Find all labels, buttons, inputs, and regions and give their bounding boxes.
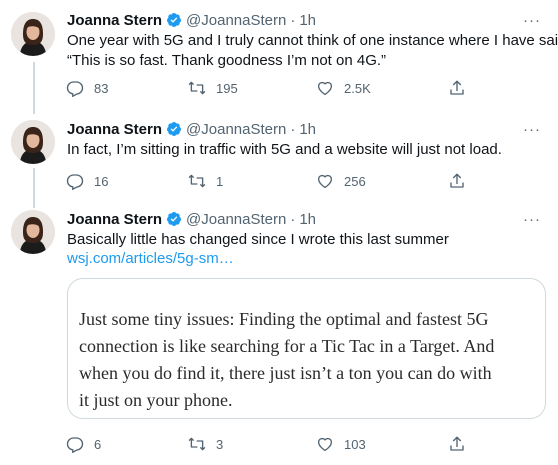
author-handle[interactable]: @JoannaStern [186, 121, 286, 138]
retweet-icon [188, 174, 206, 188]
reply-count: 16 [94, 173, 109, 189]
share-button[interactable] [448, 434, 466, 454]
more-icon[interactable]: ··· [520, 119, 544, 139]
meta-separator: · [290, 120, 296, 138]
reply-count: 83 [94, 80, 109, 96]
tweet-text: In fact, I’m sitting in traffic with 5G … [67, 140, 502, 160]
author-handle[interactable]: @JoannaStern [186, 211, 286, 228]
tweet-text-line: One year with 5G and I truly cannot thin… [67, 32, 558, 49]
like-icon [317, 437, 333, 452]
reply-button[interactable]: 16 [66, 171, 108, 191]
author-name[interactable]: Joanna Stern [67, 121, 162, 138]
avatar[interactable] [11, 210, 55, 254]
tweet-text: Basically little has changed since I wro… [67, 230, 449, 250]
like-icon [317, 174, 333, 189]
author-handle[interactable]: @JoannaStern [186, 12, 286, 29]
retweet-button[interactable]: 195 [188, 78, 238, 98]
tweet-text-line: “This is so fast. Thank goodness I’m not… [67, 52, 387, 69]
author-name[interactable]: Joanna Stern [67, 12, 162, 29]
avatar[interactable] [11, 12, 55, 56]
like-count: 103 [344, 436, 366, 452]
share-icon [450, 436, 464, 451]
timestamp[interactable]: 1h [299, 12, 316, 29]
retweet-count: 195 [216, 80, 238, 96]
meta-separator: · [290, 11, 296, 29]
article-link[interactable]: wsj.com/articles/5g-sm… [67, 249, 234, 269]
reply-icon [66, 81, 84, 97]
retweet-icon [188, 81, 206, 95]
share-button[interactable] [448, 78, 466, 98]
like-count: 2.5K [344, 80, 371, 96]
reply-icon [66, 174, 84, 190]
reply-button[interactable]: 83 [66, 78, 108, 98]
card-text-line: connection is like searching for a Tic T… [79, 336, 495, 356]
share-icon [450, 173, 464, 188]
tweet[interactable]: Joanna Stern @JoannaStern · 1h ··· In fa… [0, 110, 558, 200]
timestamp[interactable]: 1h [299, 211, 316, 228]
retweet-button[interactable]: 1 [188, 171, 223, 191]
more-icon[interactable]: ··· [520, 209, 544, 229]
like-icon [317, 81, 333, 96]
more-icon[interactable]: ··· [520, 10, 544, 30]
card-quote-text: Just some tiny issues: Finding the optim… [79, 306, 494, 414]
meta-separator: · [290, 210, 296, 228]
reply-icon [66, 437, 84, 453]
action-bar: 83 195 2.5K [66, 78, 478, 98]
retweet-button[interactable]: 3 [188, 434, 223, 454]
reply-count: 6 [94, 436, 102, 452]
verified-badge-icon [167, 122, 182, 136]
tweet-text-line: In fact, I’m sitting in traffic with 5G … [67, 141, 502, 158]
card-text-line: when you do find it, there just isn’t a … [79, 363, 492, 383]
like-button[interactable]: 2.5K [316, 78, 371, 98]
verified-badge-icon [167, 13, 182, 27]
retweet-count: 1 [216, 173, 224, 189]
like-count: 256 [344, 173, 366, 189]
card-text-line: it just on your phone. [79, 390, 233, 410]
like-button[interactable]: 103 [316, 434, 366, 454]
action-bar: 16 1 256 [66, 171, 478, 191]
link-preview-card[interactable]: Just some tiny issues: Finding the optim… [67, 278, 546, 419]
like-button[interactable]: 256 [316, 171, 366, 191]
share-icon [450, 80, 464, 95]
tweet-text: One year with 5G and I truly cannot thin… [67, 31, 558, 71]
timestamp[interactable]: 1h [299, 121, 316, 138]
reply-button[interactable]: 6 [66, 434, 101, 454]
author-name[interactable]: Joanna Stern [67, 211, 162, 228]
tweet[interactable]: Joanna Stern @JoannaStern · 1h ··· One y… [0, 0, 558, 110]
tweet-text-line: Basically little has changed since I wro… [67, 231, 449, 248]
verified-badge-icon [167, 212, 182, 226]
avatar[interactable] [11, 120, 55, 164]
retweet-icon [188, 437, 206, 451]
action-bar: 6 3 103 [66, 434, 478, 454]
card-text-line: Just some tiny issues: Finding the optim… [79, 309, 489, 329]
share-button[interactable] [448, 171, 466, 191]
retweet-count: 3 [216, 436, 224, 452]
